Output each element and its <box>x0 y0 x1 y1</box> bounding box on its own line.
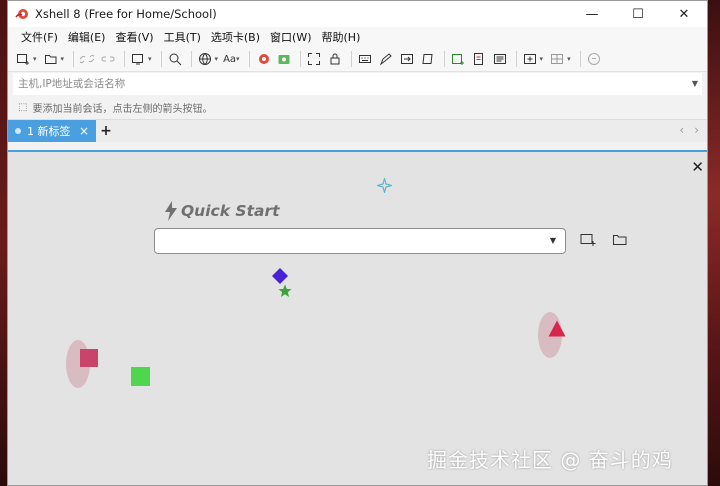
compose-icon[interactable] <box>377 50 395 68</box>
host-address-input[interactable] <box>18 78 658 90</box>
tab-navigation: ‹ › <box>679 123 699 137</box>
globe-icon[interactable] <box>196 50 214 68</box>
toolbar-separator <box>124 51 126 67</box>
toolbar-separator <box>160 51 162 67</box>
xshell-icon[interactable] <box>254 50 272 68</box>
chevron-down-icon[interactable]: ▾ <box>215 55 219 63</box>
quick-start-title-text: Quick Start <box>181 202 280 220</box>
help-icon[interactable] <box>585 50 603 68</box>
window-controls: — ☐ ✕ <box>569 1 707 27</box>
notes-icon[interactable] <box>491 50 509 68</box>
add-tab-button[interactable]: + <box>96 120 116 142</box>
chevron-down-icon[interactable]: ▼ <box>692 79 698 88</box>
toolbar-separator <box>190 51 192 67</box>
quick-start-input-box: ▼ <box>154 228 566 254</box>
maximize-button[interactable]: ☐ <box>615 1 661 27</box>
new-tab-icon[interactable] <box>449 50 467 68</box>
title-bar[interactable]: Xshell 8 (Free for Home/School) — ☐ ✕ <box>8 1 707 27</box>
chevron-down-icon[interactable]: ▾ <box>148 55 152 63</box>
keyboard-icon[interactable] <box>356 50 374 68</box>
red-triangle-shape <box>548 320 566 337</box>
open-folder-icon[interactable] <box>612 233 628 247</box>
new-session-icon[interactable] <box>580 233 596 247</box>
tab-bar: 1 新标签 × + ‹ › <box>8 119 707 142</box>
watermark-text: 掘金技术社区 @ 奋斗的鸡 <box>427 448 673 472</box>
hint-text: 要添加当前会话，点击左侧的箭头按钮。 <box>32 103 213 115</box>
window-title: Xshell 8 (Free for Home/School) <box>35 7 217 21</box>
xshell-window: Xshell 8 (Free for Home/School) — ☐ ✕ 文件… <box>7 0 708 486</box>
add-window-icon[interactable] <box>521 50 539 68</box>
fullscreen-icon[interactable] <box>305 50 323 68</box>
xshell-app-icon <box>15 7 29 21</box>
minimize-button[interactable]: — <box>569 1 615 27</box>
close-button[interactable]: ✕ <box>661 1 707 27</box>
menu-tabs[interactable]: 选项卡(B) <box>206 29 265 45</box>
menu-tools[interactable]: 工具(T) <box>159 29 206 45</box>
chevron-down-icon[interactable]: ▾ <box>61 55 65 63</box>
toolbar-separator <box>579 51 581 67</box>
desktop-background-right <box>708 0 720 486</box>
xftp-icon[interactable] <box>275 50 293 68</box>
toolbar: ▾ ▾ ▾ ▾ Aa ▾ ▾ ▾ <box>8 47 707 72</box>
menu-edit[interactable]: 编辑(E) <box>63 29 111 45</box>
pink-square-shape <box>80 349 98 367</box>
menu-bar: 文件(F) 编辑(E) 查看(V) 工具(T) 选项卡(B) 窗口(W) 帮助(… <box>8 27 707 47</box>
quick-start-input[interactable] <box>163 230 527 254</box>
quick-start-panel: ✕ Quick Start ▼ 掘金技术社区 @ 奋斗的鸡 <box>8 150 707 485</box>
script-icon[interactable] <box>419 50 437 68</box>
layout-icon[interactable] <box>548 50 566 68</box>
toolbar-separator <box>515 51 517 67</box>
toolbar-separator <box>350 51 352 67</box>
font-icon[interactable]: Aa <box>223 54 236 65</box>
add-session-arrow-icon[interactable]: ⬚ <box>18 102 27 113</box>
lightning-icon <box>165 201 177 221</box>
log-icon[interactable] <box>470 50 488 68</box>
transfer-icon[interactable] <box>398 50 416 68</box>
search-icon[interactable] <box>166 50 184 68</box>
chevron-down-icon[interactable]: ▾ <box>567 55 571 63</box>
tab-new-tab[interactable]: 1 新标签 × <box>8 120 96 142</box>
quick-start-title: Quick Start <box>164 201 280 221</box>
green-square-shape <box>131 367 150 386</box>
menu-window[interactable]: 窗口(W) <box>265 29 316 45</box>
toolbar-separator <box>248 51 250 67</box>
chevron-down-icon[interactable]: ▼ <box>550 236 556 245</box>
tab-prev-icon[interactable]: ‹ <box>679 123 684 137</box>
address-bar: ▼ <box>13 73 702 95</box>
tab-close-icon[interactable]: × <box>79 124 89 138</box>
quick-start-close-icon[interactable]: ✕ <box>691 158 704 176</box>
chevron-down-icon[interactable]: ▾ <box>33 55 37 63</box>
chevron-down-icon[interactable]: ▾ <box>540 55 544 63</box>
menu-view[interactable]: 查看(V) <box>110 29 158 45</box>
link-icon[interactable] <box>78 50 96 68</box>
toolbar-separator <box>299 51 301 67</box>
unlink-icon[interactable] <box>99 50 117 68</box>
new-session-icon[interactable] <box>14 50 32 68</box>
hint-bar: ⬚ 要添加当前会话，点击左侧的箭头按钮。 <box>8 95 707 119</box>
toolbar-separator <box>443 51 445 67</box>
chevron-down-icon[interactable]: ▾ <box>236 55 240 63</box>
open-folder-icon[interactable] <box>42 50 60 68</box>
tab-next-icon[interactable]: › <box>694 123 699 137</box>
toolbar-separator <box>73 51 75 67</box>
desktop-background-left <box>0 0 7 486</box>
lock-icon[interactable] <box>326 50 344 68</box>
tab-status-icon <box>15 128 21 134</box>
green-star-shape <box>278 284 292 297</box>
screen-icon[interactable] <box>129 50 147 68</box>
menu-help[interactable]: 帮助(H) <box>317 29 366 45</box>
purple-diamond-shape <box>272 268 288 284</box>
sparkle-icon <box>377 178 392 193</box>
tab-label: 1 新标签 <box>27 125 71 138</box>
menu-file[interactable]: 文件(F) <box>16 29 63 45</box>
